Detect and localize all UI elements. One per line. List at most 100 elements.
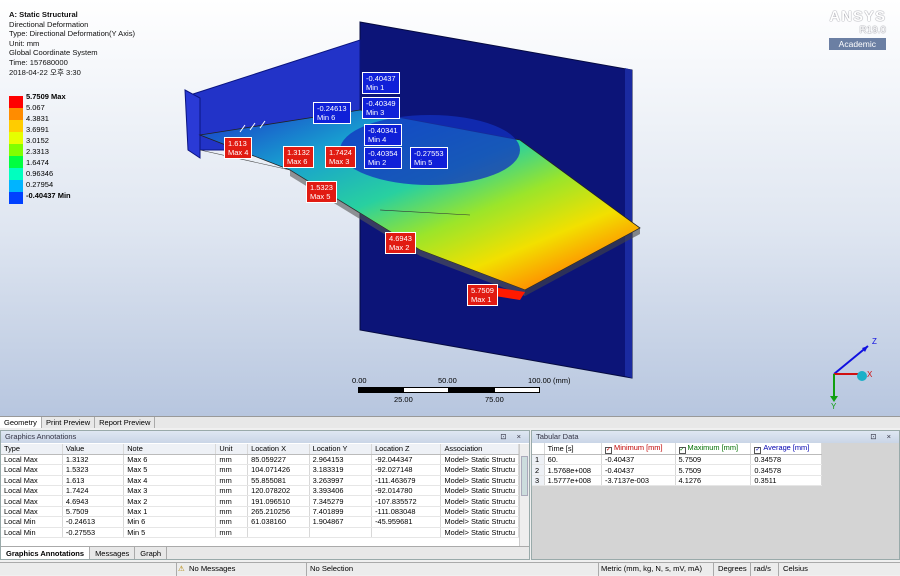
table-cell: Model> Static Structu [440, 506, 519, 518]
table-row[interactable]: Local Max 1.3132 Max 6 mm 85.059227 2.964153-… [1, 454, 519, 466]
legend-color-band [9, 144, 23, 156]
table-row[interactable]: Local Max 4.6943 Max 2 mm 191.096510 7.345279… [1, 495, 519, 507]
table-cell: 191.096510 [247, 495, 310, 507]
column-header[interactable]: Value [62, 444, 125, 455]
vertical-scrollbar[interactable] [519, 444, 529, 548]
table-cell: Local Max [1, 475, 63, 487]
probe-max-5[interactable]: 1.5323 Max 5 [306, 181, 337, 203]
table-cell: mm [215, 454, 249, 466]
probe-max-4[interactable]: 1.613 Max 4 [224, 137, 253, 159]
table-cell: Max 1 [123, 506, 217, 518]
table-row[interactable]: Local Max 1.613 Max 4 mm 55.855081 3.263997 -1… [1, 475, 519, 487]
probe-label: Min 1 [366, 83, 385, 92]
tab-graphics-annotations[interactable]: Graphics Annotations [1, 547, 91, 559]
legend-max-label: 5.7509 Max [26, 92, 66, 101]
status-angle-unit[interactable]: Degrees [718, 564, 747, 573]
table-row[interactable]: Local Max 1.7424 Max 3 mm 120.078202 3.393406… [1, 485, 519, 497]
table-cell: 1.904867 [309, 516, 373, 528]
probe-label: Max 4 [228, 148, 249, 157]
panel-title: Tabular Data ⊡ × [532, 431, 899, 443]
probe-min-5[interactable]: -0.27553 Min 5 [410, 147, 448, 169]
table-row[interactable]: Local Max 5.7509 Max 1 mm 265.210256 7.401899… [1, 506, 519, 518]
status-units[interactable]: Metric (mm, kg, N, s, mV, mA) [601, 564, 702, 573]
status-messages[interactable]: No Messages [189, 564, 235, 573]
probe-label: Max 5 [310, 192, 331, 201]
column-header[interactable]: Note [123, 444, 217, 455]
legend-level: 1.6474 [26, 158, 49, 167]
pin-close-icon[interactable]: ⊡ × [500, 432, 525, 441]
probe-max-2[interactable]: 4.6943 Max 2 [385, 232, 416, 254]
column-header[interactable]: ✓ Minimum [mm] [601, 443, 676, 455]
panel-title: Graphics Annotations ⊡ × [1, 431, 529, 443]
table-cell: Local Max [1, 454, 63, 466]
table-cell: -0.27553 [62, 527, 125, 539]
table-cell: 3.183319 [309, 464, 373, 476]
table-row[interactable]: 3 1.5777e+008 -3.7137e-003 4.1276 0.3511 [532, 475, 822, 487]
table-row[interactable]: Local Min -0.27553 Min 5 mm Model> Static St… [1, 527, 519, 539]
legend-level: 0.27954 [26, 180, 54, 189]
checkbox-icon[interactable]: ✓ [678, 447, 686, 454]
brand-edition: Academic [828, 38, 886, 50]
scroll-thumb[interactable] [521, 456, 528, 496]
tab-graph[interactable]: Graph [135, 547, 168, 559]
column-header[interactable]: Time [s] [544, 443, 603, 455]
row-number: 3 [532, 475, 545, 487]
graphics-viewport[interactable]: A: Static Structural Directional Deforma… [0, 0, 900, 416]
column-header[interactable]: Location Y [309, 444, 373, 455]
legend-min-label: -0.40437 Min [26, 191, 71, 200]
column-header[interactable]: Association [440, 444, 519, 455]
column-header[interactable]: ✓ Average [mm] [750, 443, 822, 455]
column-header[interactable] [532, 443, 545, 455]
scale-tick: 75.00 [485, 395, 504, 404]
probe-value: -0.40354 [368, 149, 398, 158]
annotations-table-wrap[interactable]: Type Value Note Unit Location X Location Y Loc… [1, 444, 519, 548]
warning-icon[interactable]: ⚠ [178, 564, 185, 573]
table-row[interactable]: 2 1.5768e+008 -0.40437 5.7509 0.34578 [532, 464, 822, 476]
table-cell: Max 2 [123, 495, 217, 507]
probe-label: Min 3 [366, 108, 385, 117]
table-row[interactable]: Local Max 1.5323 Max 5 mm 104.071426 3.183319… [1, 464, 519, 476]
column-header[interactable]: Type [1, 444, 63, 455]
probe-min-1[interactable]: -0.40437 Min 1 [362, 72, 400, 94]
result-info: A: Static Structural Directional Deforma… [9, 10, 135, 77]
column-header[interactable]: Unit [215, 444, 249, 455]
table-cell: 0.34578 [750, 454, 822, 466]
table-cell: mm [215, 516, 249, 528]
probe-min-2[interactable]: -0.40354 Min 2 [364, 147, 402, 169]
legend-color-band [9, 192, 23, 204]
column-label: Average [mm] [763, 443, 810, 452]
table-row[interactable]: Local Min -0.24613 Min 6 mm 61.038160 1.90486… [1, 516, 519, 528]
table-row[interactable]: 1 60. -0.40437 5.7509 0.34578 [532, 454, 822, 466]
status-temp-unit[interactable]: Celsius [783, 564, 808, 573]
table-cell: 61.038160 [247, 516, 310, 528]
info-line: Time: 157680000 [9, 57, 68, 67]
row-number: 1 [532, 454, 545, 466]
probe-min-3[interactable]: -0.40349 Min 3 [362, 97, 400, 119]
column-header[interactable]: Location X [247, 444, 310, 455]
probe-max-3[interactable]: 1.7424 Max 3 [325, 146, 356, 168]
checkbox-icon[interactable]: ✓ [605, 447, 613, 454]
column-header[interactable]: ✓ Maximum [mm] [675, 443, 752, 455]
probe-min-6[interactable]: -0.24613 Min 6 [313, 102, 351, 124]
table-cell: Local Min [1, 516, 63, 528]
table-cell: Model> Static Structu [440, 464, 519, 476]
table-cell: Model> Static Structu [440, 454, 519, 466]
axis-triad[interactable]: Z X Y [820, 330, 890, 410]
probe-max-6[interactable]: 1.3132 Max 6 [283, 146, 314, 168]
tab-geometry[interactable]: Geometry [0, 417, 42, 428]
table-cell: 104.071426 [247, 464, 310, 476]
probe-label: Min 4 [368, 135, 387, 144]
pin-close-icon[interactable]: ⊡ × [870, 432, 895, 441]
scale-segment [494, 387, 540, 393]
column-header[interactable]: Location Z [371, 444, 442, 455]
checkbox-icon[interactable]: ✓ [754, 447, 762, 454]
tab-report-preview[interactable]: Report Preview [95, 417, 156, 428]
probe-value: 1.7424 [329, 148, 352, 157]
probe-max-1[interactable]: 5.7509 Max 1 [467, 284, 498, 306]
status-rate-unit[interactable]: rad/s [754, 564, 771, 573]
tab-print-preview[interactable]: Print Preview [41, 417, 96, 428]
tab-messages[interactable]: Messages [90, 547, 136, 559]
table-cell: mm [215, 475, 249, 487]
probe-min-4[interactable]: -0.40341 Min 4 [364, 124, 402, 146]
bracket-side [184, 89, 201, 159]
